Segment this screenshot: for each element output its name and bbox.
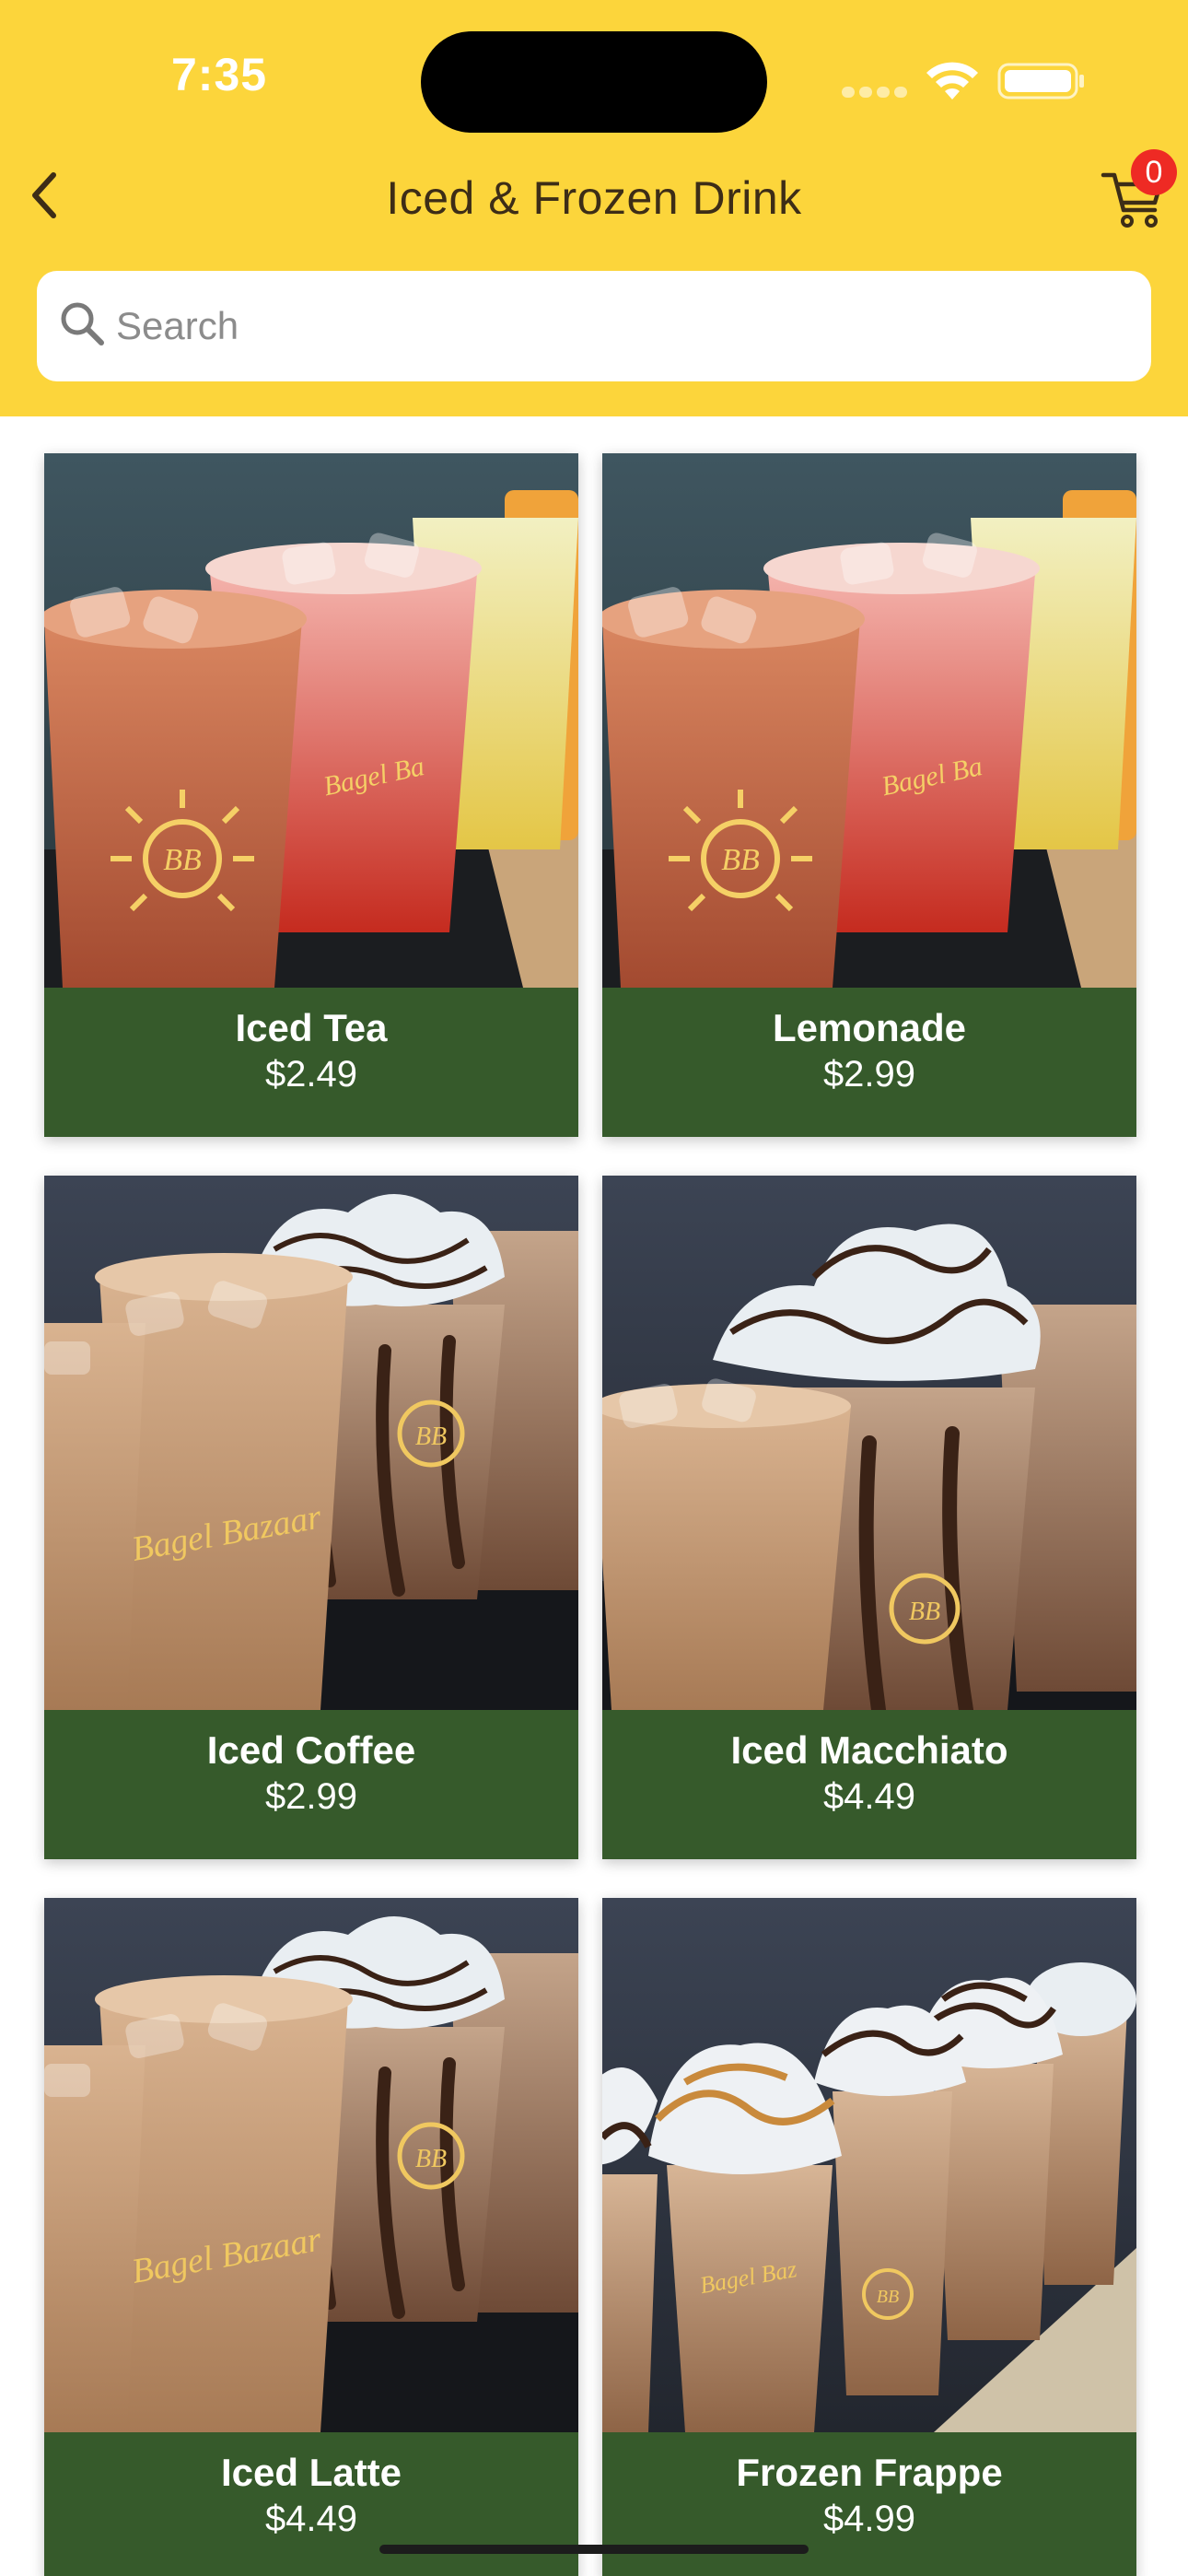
product-name: Iced Coffee [206, 1728, 416, 1772]
status-time: 7:35 [171, 49, 268, 100]
search-bar[interactable] [37, 271, 1151, 381]
wifi-icon [926, 62, 978, 100]
product-price: $2.99 [822, 1054, 916, 1095]
product-name: Iced Macchiato [730, 1728, 1008, 1772]
search-input[interactable] [116, 289, 1129, 363]
battery-icon [997, 63, 1084, 100]
cellular-signal-icon [842, 85, 908, 100]
svg-text:BB: BB [909, 1598, 940, 1626]
product-name: Iced Tea [235, 1006, 388, 1049]
product-price: $4.99 [822, 2499, 916, 2539]
product-name: Frozen Frappe [736, 2451, 1003, 2494]
home-indicator[interactable] [379, 2545, 809, 2554]
product-price: $4.49 [822, 1776, 916, 1817]
search-icon [61, 302, 104, 345]
frozen-frappe-photo: Bagel Baz BB [602, 1898, 1136, 2432]
cart-button[interactable]: 0 [1092, 149, 1188, 241]
dynamic-island [421, 31, 767, 133]
product-price: $2.49 [264, 1054, 358, 1095]
iced-coffee-photo: Bagel Bazaar BB [44, 1176, 578, 1710]
product-card-iced-macchiato[interactable]: BB Iced Macchiato $4.49 [602, 1176, 1136, 1859]
product-card-iced-latte[interactable]: Bagel Bazaar BB Iced Latte $4.49 [44, 1898, 578, 2576]
header: 7:35 Iced & Frozen Drink 0 [0, 0, 1188, 416]
product-price: $2.99 [264, 1776, 358, 1817]
cart-count-badge: 0 [1131, 149, 1177, 195]
iced-macchiato-photo: BB [602, 1176, 1136, 1710]
product-card-frozen-frappe[interactable]: Bagel Baz BB Frozen Frappe $4.99 [602, 1898, 1136, 2576]
svg-text:BB: BB [415, 1423, 447, 1451]
svg-text:BB: BB [163, 843, 202, 877]
product-card-iced-coffee[interactable]: Bagel Bazaar BB Iced Coffee $2.99 [44, 1176, 578, 1859]
page-title: Iced & Frozen Drink [386, 172, 802, 224]
lemonade-photo: BB Bagel Ba [602, 453, 1136, 988]
product-name: Iced Latte [220, 2451, 402, 2494]
product-card-lemonade[interactable]: BB Bagel Ba Lemonade $2.99 [602, 453, 1136, 1137]
product-grid: BB Bagel Ba Iced Tea $2.49 BB Bagel Ba L… [0, 416, 1188, 2576]
svg-text:BB: BB [721, 843, 760, 877]
product-name: Lemonade [772, 1006, 967, 1049]
iced-tea-photo: BB Bagel Ba [44, 453, 578, 988]
svg-text:BB: BB [415, 2145, 447, 2173]
product-card-iced-tea[interactable]: BB Bagel Ba Iced Tea $2.49 [44, 453, 578, 1137]
iced-latte-photo: Bagel Bazaar BB [44, 1898, 578, 2432]
product-price: $4.49 [264, 2499, 358, 2539]
svg-text:BB: BB [877, 2287, 899, 2307]
